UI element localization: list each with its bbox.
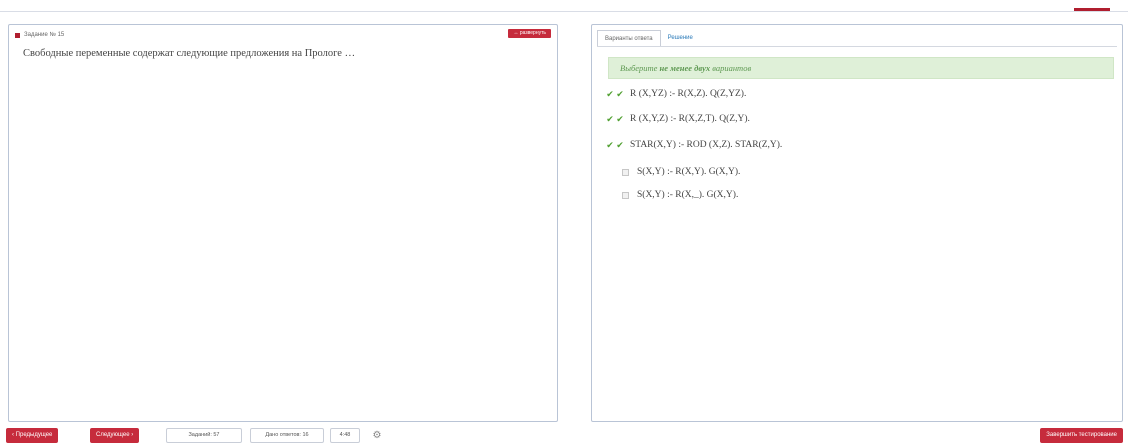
task-marker-icon	[15, 32, 20, 38]
checkbox-checked[interactable]: ✔	[616, 140, 624, 151]
answer-option[interactable]: ✔ ✔ STAR(X,Y) :- ROD (X,Z). STAR(Z,Y).	[606, 138, 782, 152]
finish-test-button[interactable]: Завершить тестирование	[1040, 428, 1123, 443]
check-icon: ✔	[606, 139, 614, 150]
answer-option[interactable]: ✔ ✔ R (X,YZ) :- R(X,Z). Q(Z,YZ).	[606, 87, 746, 101]
question-panel: Задание № 15 ↔ развернуть Свободные пере…	[8, 24, 558, 422]
expand-label: развернуть	[519, 30, 546, 36]
answer-option[interactable]: S(X,Y) :- R(X,Y). G(X,Y).	[606, 165, 740, 179]
gear-icon[interactable]: ⚙	[370, 429, 384, 442]
checkbox-checked[interactable]: ✔	[616, 114, 624, 125]
checkbox-unchecked[interactable]	[622, 168, 629, 176]
checkbox-checked[interactable]: ✔	[616, 89, 624, 100]
top-accent	[1074, 8, 1110, 11]
timer: 4:48	[330, 428, 360, 443]
task-title: Задание № 15	[24, 32, 65, 38]
option-text: STAR(X,Y) :- ROD (X,Z). STAR(Z,Y).	[630, 140, 783, 150]
answer-tabs: Варианты ответа Решение	[597, 30, 700, 47]
option-text: S(X,Y) :- R(X,_). G(X,Y).	[637, 190, 739, 200]
prev-button[interactable]: ‹ Предыдущее	[6, 428, 59, 443]
option-text: R (X,Y,Z) :- R(X,Z,T). Q(Z,Y).	[630, 114, 750, 124]
answers-count: Дано ответов: 16	[250, 428, 324, 443]
option-text: R (X,YZ) :- R(X,Z). Q(Z,YZ).	[630, 89, 747, 99]
answer-panel: Варианты ответа Решение Выберите не мене…	[591, 24, 1123, 422]
checkbox-unchecked[interactable]	[622, 191, 629, 199]
tabs-divider	[597, 46, 1117, 47]
tab-solution[interactable]: Решение	[661, 30, 700, 47]
top-bar	[0, 0, 1128, 12]
hint-prefix: Выберите	[620, 63, 660, 73]
next-button[interactable]: Следующее ›	[90, 428, 140, 443]
check-icon: ✔	[606, 113, 614, 124]
selection-hint: Выберите не менее двух вариантов	[608, 57, 1114, 79]
hint-suffix: вариантов	[710, 63, 752, 73]
answer-option[interactable]: ✔ ✔ R (X,Y,Z) :- R(X,Z,T). Q(Z,Y).	[606, 112, 750, 126]
bottom-toolbar: ‹ Предыдущее Следующее › Заданий: 57 Дан…	[0, 428, 1128, 445]
tasks-count: Заданий: 57	[166, 428, 242, 443]
answer-option[interactable]: S(X,Y) :- R(X,_). G(X,Y).	[606, 188, 738, 202]
option-text: S(X,Y) :- R(X,Y). G(X,Y).	[637, 167, 741, 177]
question-text: Свободные переменные содержат следующие …	[23, 48, 356, 59]
check-icon: ✔	[606, 88, 614, 99]
task-header: Задание № 15	[15, 30, 64, 40]
hint-bold: не менее двух	[659, 63, 711, 73]
tab-answer-options[interactable]: Варианты ответа	[597, 30, 661, 47]
expand-button[interactable]: ↔ развернуть	[508, 29, 551, 38]
